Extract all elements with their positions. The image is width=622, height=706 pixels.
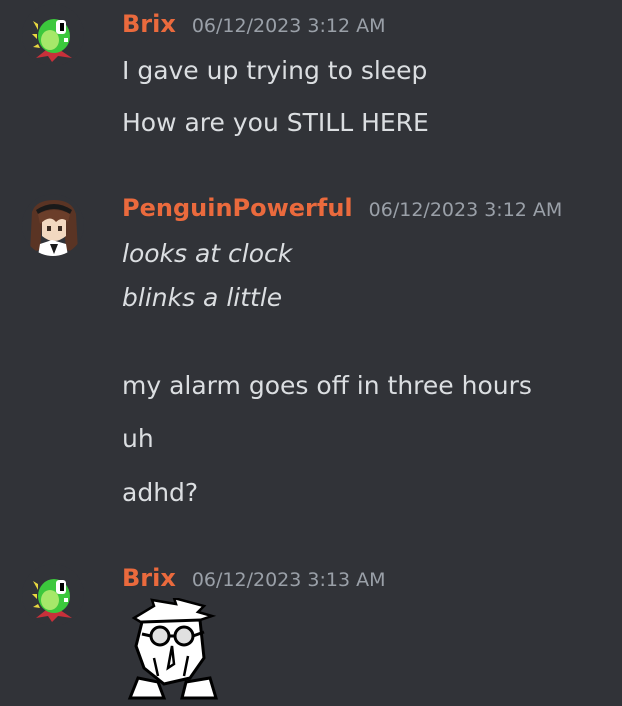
message-header: Brix 06/12/2023 3:12 AM xyxy=(122,10,386,42)
brown-hair-character-avatar-icon[interactable] xyxy=(22,194,84,256)
goggles-character-sticker-icon[interactable] xyxy=(124,598,220,702)
message-text: adhd? xyxy=(122,478,199,507)
username[interactable]: PenguinPowerful xyxy=(122,194,353,222)
green-dinosaur-avatar-icon[interactable] xyxy=(22,564,84,626)
chat-log: Brix 06/12/2023 3:12 AM I gave up trying… xyxy=(0,0,622,706)
username[interactable]: Brix xyxy=(122,564,176,592)
message-text: blinks a little xyxy=(122,283,283,312)
message-text: I gave up trying to sleep xyxy=(122,56,428,85)
message-text: How are you STILL HERE xyxy=(122,108,429,137)
timestamp[interactable]: 06/12/2023 3:12 AM xyxy=(369,199,563,221)
message-header: Brix 06/12/2023 3:13 AM xyxy=(122,564,386,596)
timestamp[interactable]: 06/12/2023 3:12 AM xyxy=(192,15,386,37)
green-dinosaur-avatar-icon[interactable] xyxy=(22,4,84,66)
message-text: uh xyxy=(122,424,154,453)
message-text: my alarm goes off in three hours xyxy=(122,371,532,400)
timestamp[interactable]: 06/12/2023 3:13 AM xyxy=(192,569,386,591)
message-header: PenguinPowerful 06/12/2023 3:12 AM xyxy=(122,194,562,226)
message-text: looks at clock xyxy=(122,239,293,268)
username[interactable]: Brix xyxy=(122,10,176,38)
